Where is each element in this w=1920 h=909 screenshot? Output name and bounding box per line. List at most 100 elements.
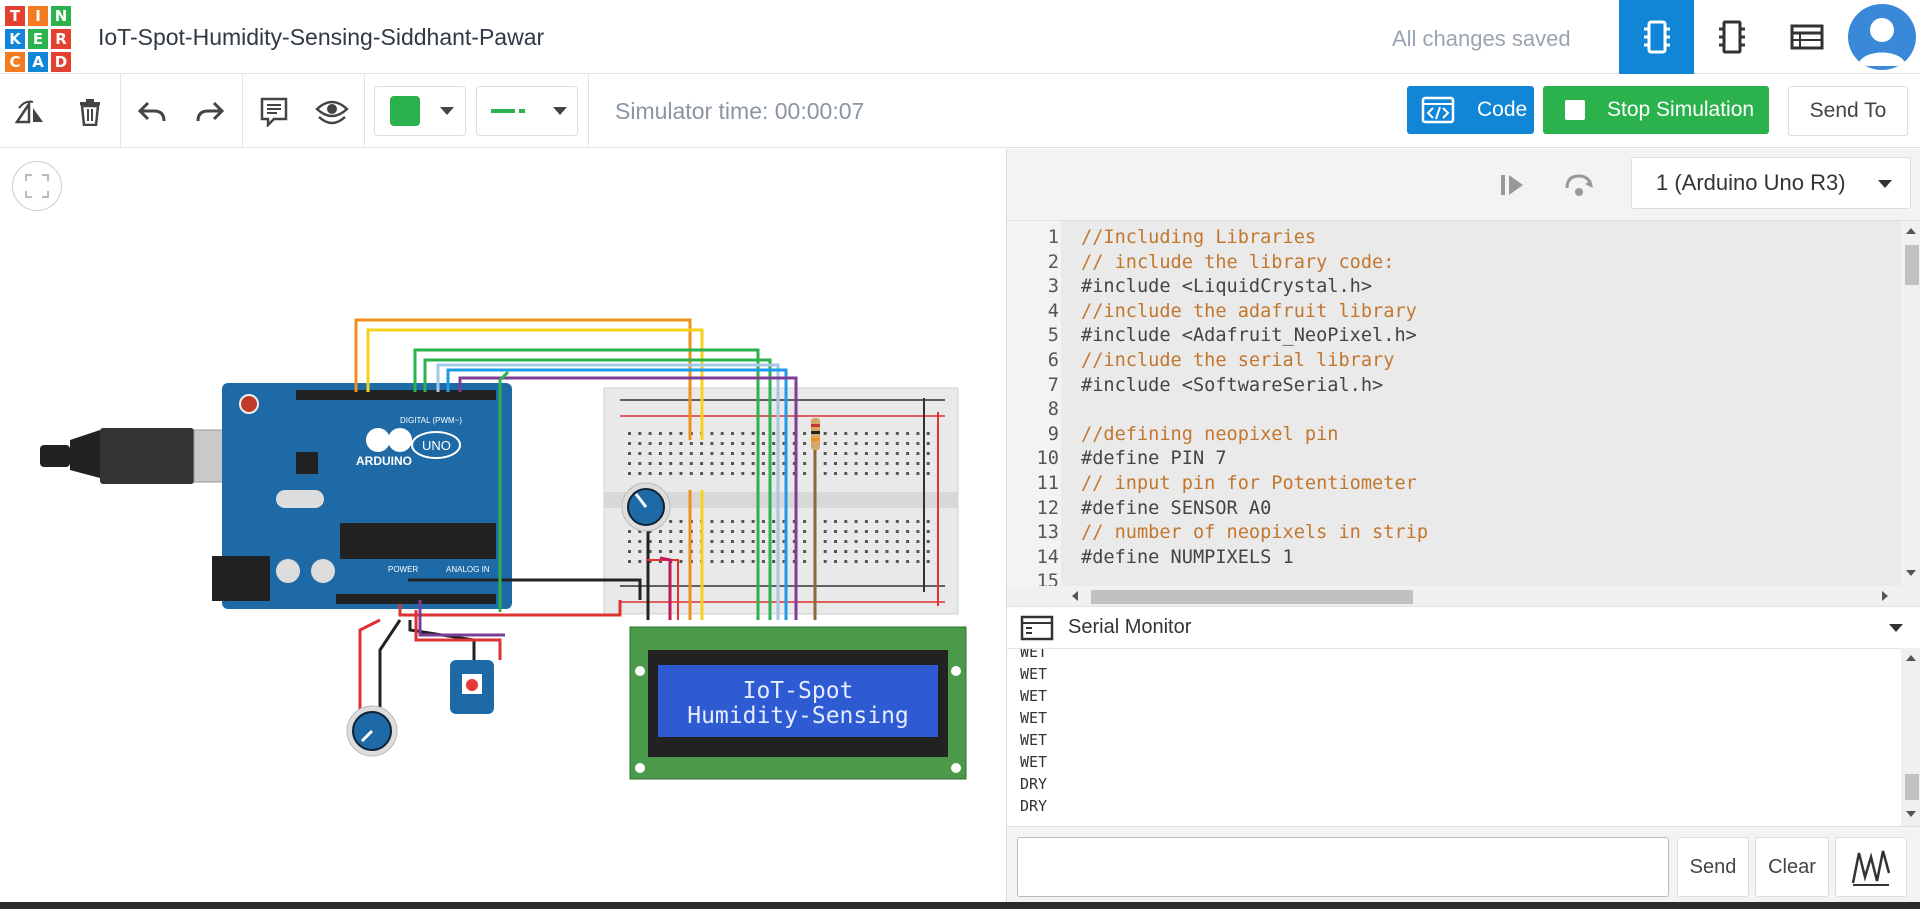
code-text: //defining neopixel pin [1081,423,1339,445]
serial-input[interactable] [1017,837,1669,897]
send-button[interactable]: Send [1677,837,1749,897]
send-to-button[interactable]: Send To [1788,86,1908,136]
code-text: #include <Adafruit_NeoPixel.h> [1081,325,1417,347]
code-panel-toolbar: 1 (Arduino Uno R3) [1007,149,1920,221]
code-line: 1 //Including Libraries [1007,227,1901,251]
arduino-uno[interactable]: ARDUINO UNO DIGITAL (PWM~) POWER ANALOG … [40,383,512,609]
neopixel[interactable] [450,660,494,714]
logo-letter: E [28,29,48,49]
clear-button[interactable]: Clear [1755,837,1829,897]
visibility-button[interactable] [310,90,354,134]
scroll-down-icon[interactable] [1901,808,1920,820]
code-text: //include the adafruit library [1081,300,1417,322]
scroll-right-icon[interactable] [1879,586,1891,606]
step-over-icon[interactable] [1563,172,1595,198]
serial-line: WET [1020,709,1048,727]
device-selector[interactable]: 1 (Arduino Uno R3) [1631,157,1911,209]
code-text: #include <SoftwareSerial.h> [1081,374,1384,396]
circuit-view-button[interactable] [1619,0,1694,74]
circuit-view-icon [1643,20,1670,54]
scroll-up-icon[interactable] [1901,225,1920,237]
logo-letter: D [51,52,71,72]
svg-text:ARDUINO: ARDUINO [356,454,412,468]
line-number: 7 [1047,374,1059,396]
code-text: #include <LiquidCrystal.h> [1081,276,1373,298]
serial-line: WET [1020,648,1048,661]
code-text: #define SENSOR A0 [1081,497,1272,519]
step-icon[interactable] [1499,172,1525,198]
project-title[interactable]: IoT-Spot-Humidity-Sensing-Siddhant-Pawar [98,24,544,51]
line-number: 8 [1047,399,1059,421]
editor-vertical-scrollbar[interactable] [1901,221,1920,606]
serial-monitor-title: Serial Monitor [1068,616,1192,638]
scroll-down-icon[interactable] [1901,567,1920,579]
code-editor[interactable]: 1 //Including Libraries 2 // include the li… [1007,221,1901,586]
serial-line: WET [1020,687,1048,705]
visibility-icon [315,100,349,125]
bottom-bar [0,902,1920,909]
line-number: 14 [1036,546,1059,568]
simulator-time: Simulator time: 00:00:07 [615,98,865,124]
line-number: 11 [1036,473,1059,494]
chevron-down-icon[interactable] [1889,624,1903,632]
bom-view-button[interactable] [1769,0,1844,74]
line-number: 10 [1036,448,1059,470]
undo-icon [138,101,166,122]
code-text: //include the serial library [1081,350,1395,371]
graph-button[interactable] [1835,837,1907,897]
scroll-thumb[interactable] [1905,774,1919,800]
h-scroll-thumb[interactable] [1091,590,1413,604]
undo-button[interactable] [130,90,174,134]
logo-letter: A [28,52,48,72]
line-number: 1 [1047,227,1059,248]
tinkercad-logo[interactable]: TIN KER CAD [2,2,71,74]
potentiometer-standalone[interactable] [346,705,398,757]
code-text: //Including Libraries [1081,227,1317,248]
svg-text:POWER: POWER [388,565,418,574]
serial-monitor-icon [1020,615,1054,640]
resistor[interactable] [811,418,820,450]
delete-icon [80,99,100,126]
potentiometer-breadboard[interactable] [621,482,671,532]
code-text: // input pin for Potentiometer [1081,473,1417,494]
code-icon [1421,96,1455,124]
graph-icon [1851,850,1891,886]
line-number: 12 [1036,497,1059,519]
fill-color-dropdown[interactable] [374,86,466,136]
rotate-button[interactable] [8,90,52,134]
svg-text:ANALOG IN: ANALOG IN [446,565,490,574]
serial-line: WET [1020,731,1048,749]
code-line: 14 #define NUMPIXELS 1 [1007,547,1901,571]
serial-monitor-header[interactable]: Serial Monitor [1007,606,1920,648]
toolbar: Simulator time: 00:00:07 Code Stop Simul… [0,74,1920,148]
serial-scrollbar[interactable] [1901,648,1920,826]
code-line: 15 [1007,571,1901,586]
workplane-canvas[interactable]: ARDUINO UNO DIGITAL (PWM~) POWER ANALOG … [0,149,1006,902]
lcd-line-2: Humidity-Sensing [687,703,909,729]
code-line: 13 // number of neopixels in strip [1007,522,1901,546]
editor-horizontal-scrollbar[interactable] [1007,586,1901,606]
wire-style-dropdown[interactable] [476,86,578,136]
wire-style-icon [491,109,525,113]
user-avatar[interactable] [1848,4,1916,70]
delete-button[interactable] [68,90,112,134]
scroll-up-icon[interactable] [1901,652,1920,664]
code-line: 8 [1007,399,1901,423]
color-swatch [390,96,420,126]
schematic-view-button[interactable] [1694,0,1769,74]
notes-button[interactable] [252,90,296,134]
lcd-display[interactable]: IoT-Spot Humidity-Sensing [629,626,967,780]
line-number: 3 [1047,276,1059,298]
scroll-left-icon[interactable] [1069,586,1081,606]
notes-icon [260,97,288,127]
logo-letter: T [5,6,25,26]
table-view-icon [1790,24,1823,50]
rotate-icon [14,99,43,124]
chevron-down-icon [553,107,567,115]
code-text: #define PIN 7 [1081,448,1227,470]
redo-button[interactable] [188,90,232,134]
scroll-thumb[interactable] [1905,245,1919,285]
code-button[interactable]: Code [1407,86,1534,134]
code-line: 3 #include <LiquidCrystal.h> [1007,276,1901,300]
stop-simulation-button[interactable]: Stop Simulation [1543,86,1769,134]
